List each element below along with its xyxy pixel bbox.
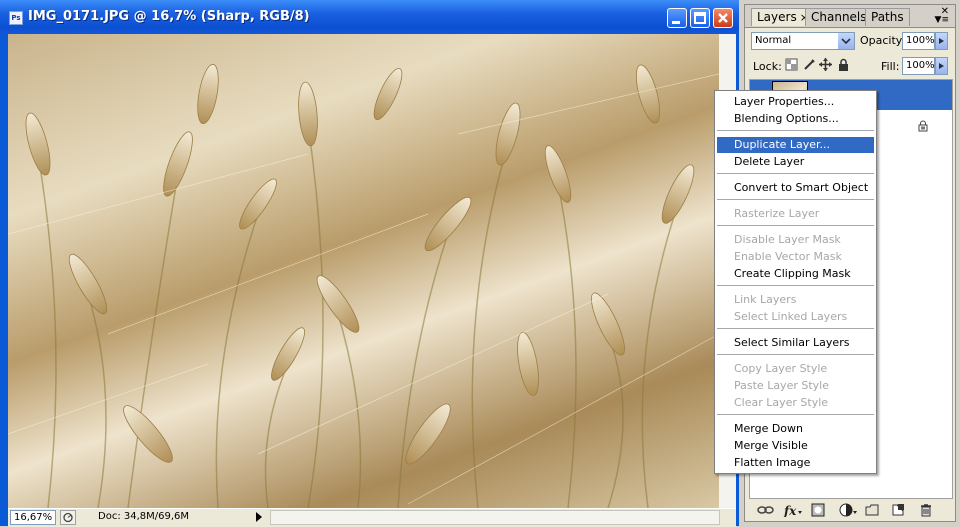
new-group-folder-icon[interactable]	[865, 503, 879, 517]
lock-label: Lock:	[753, 60, 782, 73]
photoshop-app-icon[interactable]: Ps	[9, 11, 23, 25]
svg-text:fx: fx	[783, 504, 797, 517]
menu-item-clear-layer-style: Clear Layer Style	[734, 396, 829, 409]
menu-separator	[717, 354, 874, 355]
menu-separator	[717, 328, 874, 329]
nav-circle-icon	[63, 512, 73, 523]
menu-separator	[717, 225, 874, 226]
add-layer-mask-icon[interactable]	[811, 503, 825, 517]
menu-item-convert-smart-object[interactable]: Convert to Smart Object	[717, 180, 874, 196]
blend-mode-value: Normal	[755, 35, 792, 46]
menu-item-enable-vector-mask: Enable Vector Mask	[734, 250, 842, 263]
fill-field[interactable]: 100%	[902, 57, 935, 75]
panel-tab-bar: Layers× Channels Paths ✕ ▼≡	[745, 5, 955, 28]
lock-transparent-pixels-icon[interactable]	[785, 58, 798, 71]
new-layer-icon[interactable]	[891, 503, 905, 517]
zoom-field[interactable]: 16,67%	[10, 510, 56, 525]
document-window: Ps IMG_0171.JPG @ 16,7% (Sharp, RGB/8) 1…	[0, 0, 739, 527]
lock-image-pixels-icon[interactable]	[803, 58, 816, 71]
document-size-info: Doc: 34,8M/69,6M	[98, 511, 190, 522]
close-button[interactable]	[713, 8, 733, 28]
opacity-slider-arrow-icon[interactable]	[935, 32, 948, 50]
menu-item-blending-options[interactable]: Blending Options...	[717, 111, 874, 127]
image-canvas[interactable]	[8, 34, 719, 508]
status-menu-arrow-icon[interactable]	[256, 512, 262, 522]
delete-layer-trash-icon[interactable]	[919, 503, 933, 517]
menu-separator	[717, 173, 874, 174]
horizontal-scrollbar[interactable]	[270, 510, 720, 525]
blend-mode-select[interactable]: Normal	[751, 32, 855, 50]
minimize-icon	[672, 21, 680, 24]
menu-item-disable-layer-mask: Disable Layer Mask	[734, 233, 841, 246]
window-title: IMG_0171.JPG @ 16,7% (Sharp, RGB/8)	[28, 9, 310, 24]
menu-item-merge-visible[interactable]: Merge Visible	[717, 438, 874, 454]
menu-item-select-linked-layers: Select Linked Layers	[734, 310, 848, 323]
minimize-button[interactable]	[667, 8, 687, 28]
menu-item-layer-properties[interactable]: Layer Properties...	[717, 94, 874, 110]
fill-slider-arrow-icon[interactable]	[935, 57, 948, 75]
layer-lock-icon	[918, 120, 928, 132]
menu-item-delete-layer[interactable]: Delete Layer	[717, 154, 874, 170]
menu-item-copy-layer-style: Copy Layer Style	[734, 362, 828, 375]
wheat-field-image	[8, 64, 719, 508]
menu-item-link-layers: Link Layers	[734, 293, 797, 306]
menu-separator	[717, 130, 874, 131]
menu-item-duplicate-layer[interactable]: Duplicate Layer...	[717, 137, 874, 153]
title-bar[interactable]: Ps IMG_0171.JPG @ 16,7% (Sharp, RGB/8)	[0, 0, 739, 34]
opacity-field[interactable]: 100%	[902, 32, 935, 50]
menu-separator	[717, 285, 874, 286]
close-icon	[718, 13, 728, 23]
menu-separator	[717, 199, 874, 200]
panel-menu-icon[interactable]: ▼≡	[935, 15, 949, 25]
menu-item-select-similar-layers[interactable]: Select Similar Layers	[717, 335, 874, 351]
menu-item-paste-layer-style: Paste Layer Style	[734, 379, 829, 392]
panel-bottom-toolbar: fx	[745, 499, 955, 521]
opacity-label: Opacity:	[860, 34, 906, 47]
layer-style-fx-icon[interactable]: fx	[783, 503, 803, 517]
status-bar: 16,67% Doc: 34,8M/69,6M	[8, 508, 736, 527]
link-layers-icon[interactable]	[757, 503, 775, 517]
maximize-button[interactable]	[690, 8, 710, 28]
fill-label: Fill:	[881, 60, 900, 73]
menu-item-create-clipping-mask[interactable]: Create Clipping Mask	[717, 266, 874, 282]
adjustment-layer-icon[interactable]	[839, 503, 857, 517]
tab-layers-label: Layers	[757, 10, 797, 24]
maximize-icon	[694, 12, 706, 24]
menu-separator	[717, 414, 874, 415]
menu-item-flatten-image[interactable]: Flatten Image	[717, 455, 874, 471]
menu-item-merge-down[interactable]: Merge Down	[717, 421, 874, 437]
tab-paths[interactable]: Paths	[865, 8, 910, 26]
status-options-button[interactable]	[60, 510, 76, 525]
tab-channels[interactable]: Channels	[805, 8, 873, 26]
lock-position-icon[interactable]	[819, 58, 832, 71]
lock-all-icon[interactable]	[837, 58, 850, 71]
chevron-down-icon	[838, 33, 854, 49]
menu-item-rasterize-layer: Rasterize Layer	[734, 207, 820, 220]
layer-context-menu: Layer Properties... Blending Options... …	[714, 90, 877, 474]
